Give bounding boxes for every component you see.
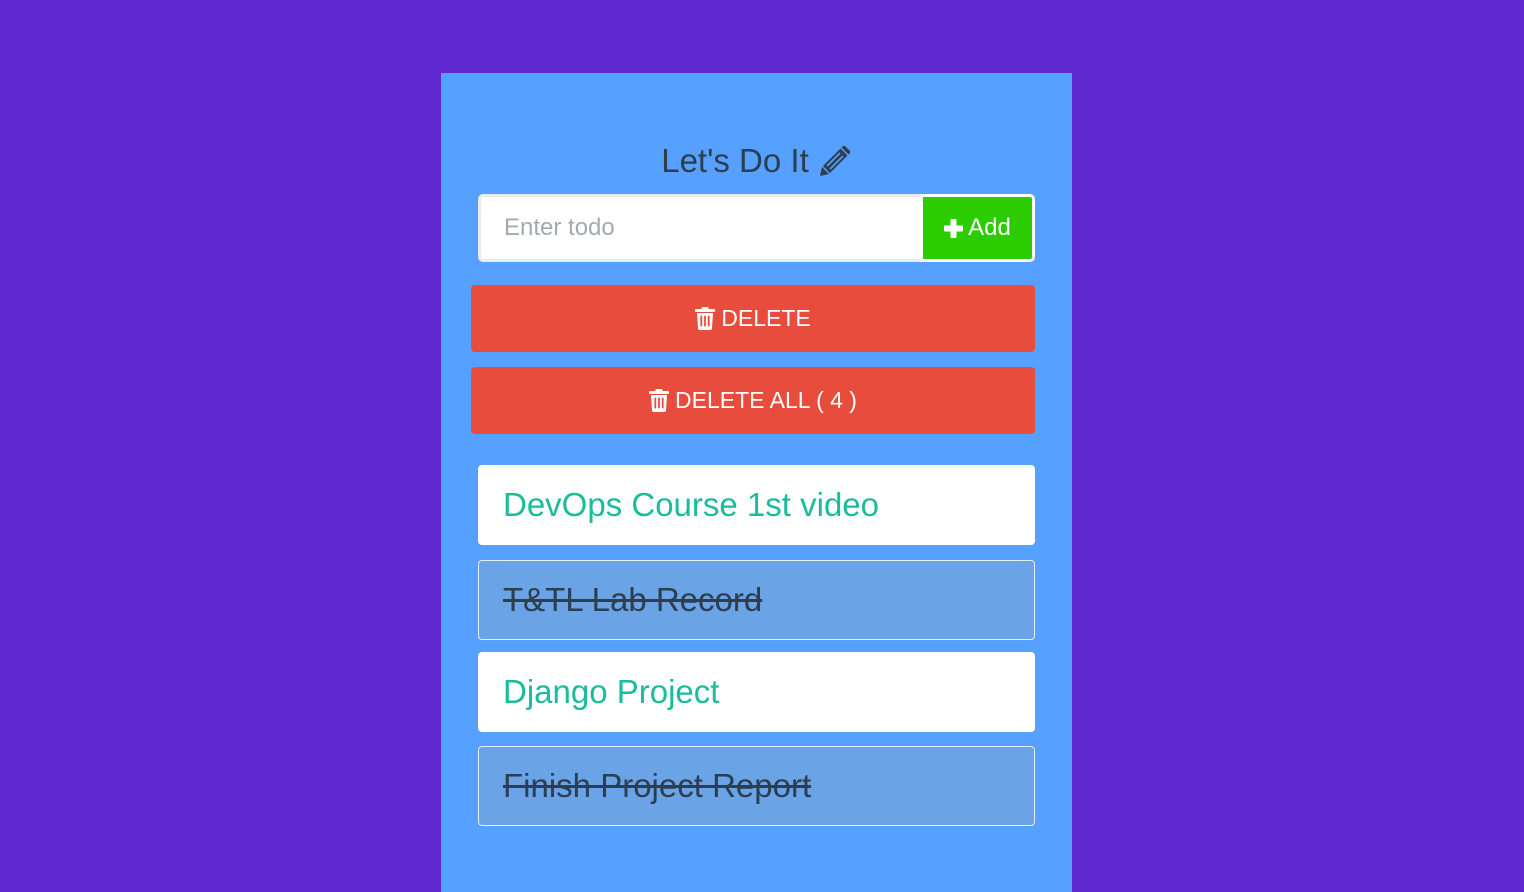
todo-item-text: T&TL Lab Record [503,581,763,618]
add-todo-form: Add [478,194,1035,262]
todo-item[interactable]: Django Project [478,652,1035,732]
todo-input[interactable] [478,194,920,262]
page-title: Let's Do It [441,139,1072,183]
pencil-icon [819,145,851,176]
trash-icon [649,389,670,412]
delete-all-button[interactable]: DELETE ALL ( 4 ) [471,367,1035,434]
todo-item[interactable]: T&TL Lab Record [478,560,1035,640]
todo-item[interactable]: DevOps Course 1st video [478,465,1035,545]
todo-item-text: Finish Project Report [503,767,812,804]
trash-icon [695,307,716,330]
delete-all-button-label: DELETE ALL ( 4 ) [675,387,857,413]
plus-icon [944,218,964,238]
delete-button[interactable]: DELETE [471,285,1035,352]
todo-card: Let's Do It Add [441,73,1072,892]
add-button-label: Add [968,214,1011,241]
todo-item[interactable]: Finish Project Report [478,746,1035,826]
todo-item-text: Django Project [503,673,720,710]
todo-item-text: DevOps Course 1st video [503,486,880,523]
add-button[interactable]: Add [920,194,1035,262]
delete-button-label: DELETE [721,305,811,331]
page-title-text: Let's Do It [661,142,809,179]
